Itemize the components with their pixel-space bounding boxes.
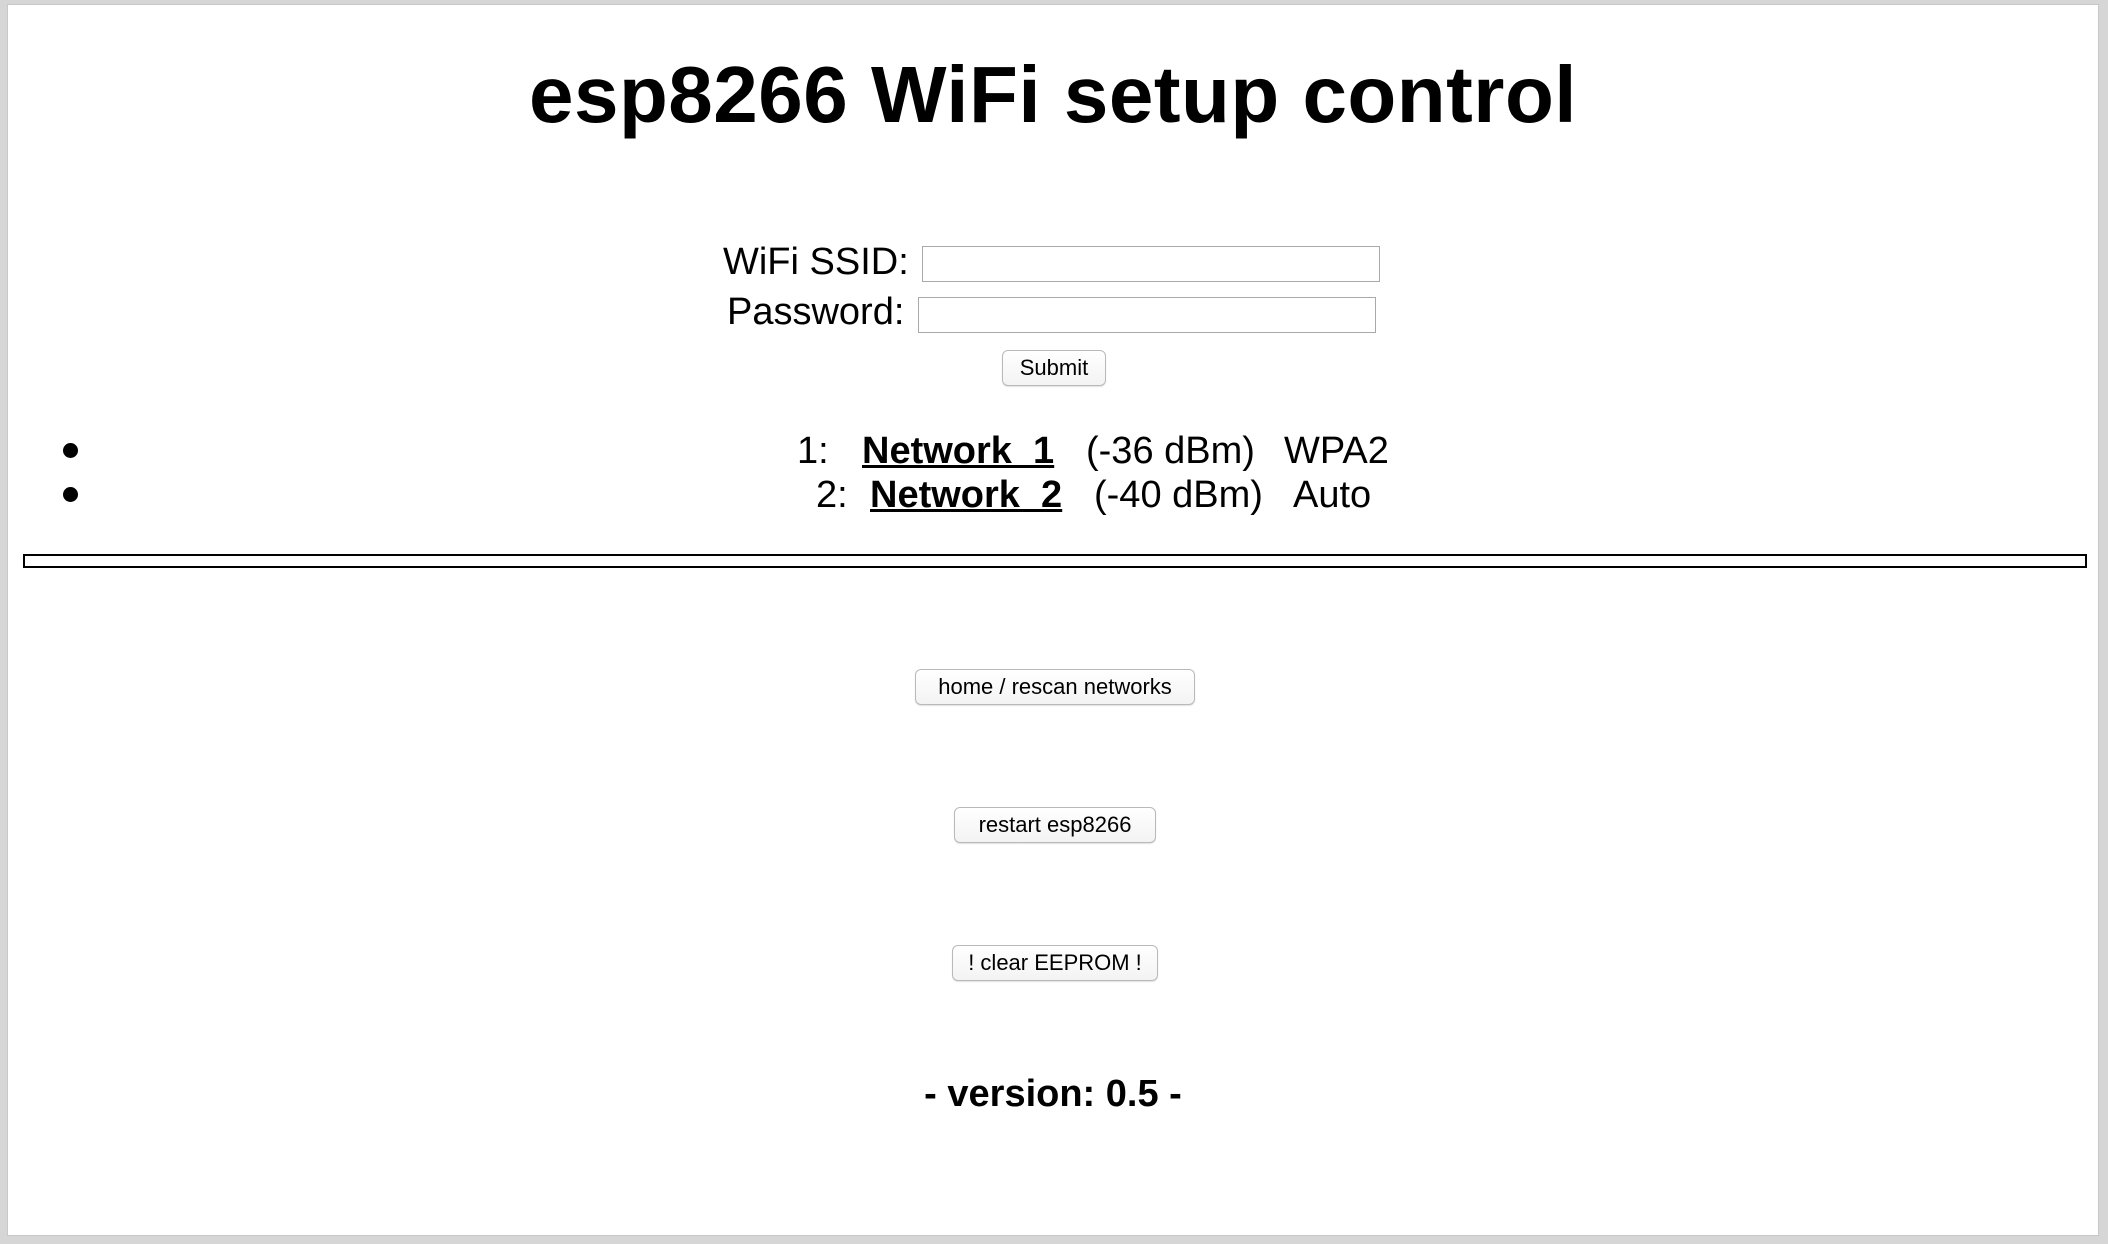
network-security: Auto — [1293, 474, 1372, 516]
network-list-item: 1: Network_1 (-36 dBm) WPA2 — [8, 429, 2098, 473]
page-title: esp8266 WiFi setup control — [528, 50, 1578, 139]
ssid-input[interactable] — [922, 246, 1380, 282]
divider — [23, 554, 2087, 568]
bullet-icon — [63, 443, 78, 458]
network-link-1[interactable]: Network_1 — [862, 429, 1054, 473]
network-index: 2: — [816, 474, 848, 516]
network-index: 1: — [797, 430, 829, 472]
network-link-2[interactable]: Network_2 — [870, 473, 1062, 517]
network-list-item: 2: Network_2 (-40 dBm) Auto — [8, 473, 2098, 517]
submit-button[interactable]: Submit — [1002, 350, 1106, 386]
restart-button[interactable]: restart esp8266 — [954, 807, 1156, 843]
browser-window: esp8266 WiFi setup control WiFi SSID: Pa… — [7, 4, 2099, 1236]
clear-eeprom-button[interactable]: ! clear EEPROM ! — [952, 945, 1158, 981]
home-rescan-button[interactable]: home / rescan networks — [915, 669, 1195, 705]
password-input[interactable] — [918, 297, 1376, 333]
network-signal: (-36 dBm) — [1086, 430, 1255, 472]
bullet-icon — [63, 487, 78, 502]
password-label: Password: — [727, 291, 905, 333]
version-text: - version: 0.5 - — [924, 1073, 1182, 1115]
ssid-label: WiFi SSID: — [723, 241, 909, 283]
network-security: WPA2 — [1284, 430, 1389, 472]
network-signal: (-40 dBm) — [1094, 474, 1263, 516]
